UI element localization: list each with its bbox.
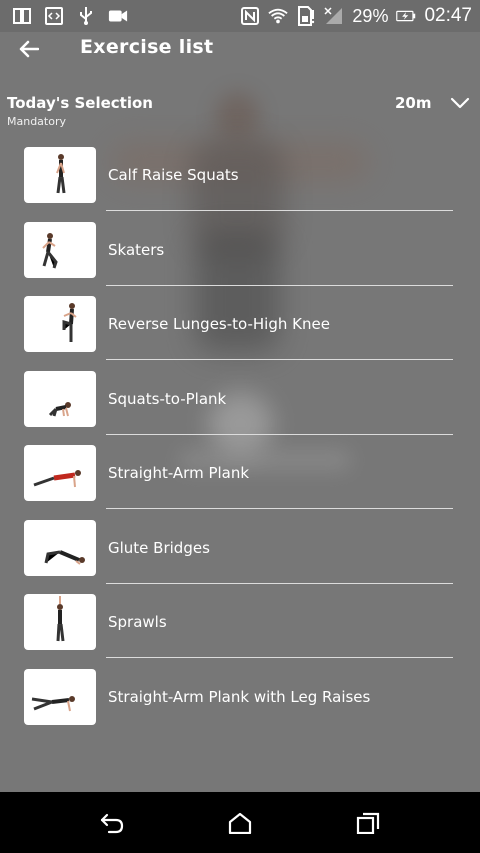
selection-title: Today's Selection xyxy=(7,94,153,112)
status-bar: 29% 02:47 xyxy=(0,0,480,32)
code-icon xyxy=(44,6,64,26)
exercise-item-skaters[interactable]: Skaters xyxy=(0,215,480,290)
nav-home-icon[interactable] xyxy=(224,807,256,839)
wifi-icon xyxy=(268,6,289,26)
divider xyxy=(106,284,453,286)
exercise-name: Straight-Arm Plank xyxy=(108,464,250,482)
exercise-name: Skaters xyxy=(108,240,165,259)
status-time: 02:47 xyxy=(424,5,472,26)
nav-recent-apps-icon[interactable] xyxy=(352,807,384,839)
exercise-name: Squats-to-Plank xyxy=(108,389,227,408)
signal-icon xyxy=(324,6,344,26)
back-arrow-icon[interactable] xyxy=(16,36,42,62)
exercise-thumbnail xyxy=(24,370,96,427)
exercise-name: Straight-Arm Plank with Leg Raises xyxy=(108,687,371,706)
exercise-name: Glute Bridges xyxy=(108,538,210,557)
exercise-list: Calf Raise Squats Skaters Reverse Lunges… xyxy=(0,140,480,736)
exercise-thumbnail xyxy=(24,668,96,725)
page-title: Exercise list xyxy=(80,36,214,58)
divider xyxy=(106,359,453,360)
screen-mirror-icon xyxy=(12,6,32,26)
divider xyxy=(106,210,453,211)
exercise-item-calf-raise-squats[interactable]: Calf Raise Squats xyxy=(0,140,480,215)
selection-subtitle: Mandatory xyxy=(7,115,67,128)
selection-header[interactable]: Today's Selection Mandatory 20m xyxy=(0,92,480,132)
exercise-thumbnail xyxy=(24,519,96,576)
exercise-thumbnail xyxy=(24,147,96,203)
battery-percent: 29% xyxy=(352,5,389,26)
exercise-thumbnail xyxy=(24,296,96,352)
divider xyxy=(106,657,453,658)
divider xyxy=(106,582,453,584)
exercise-item-straight-arm-plank[interactable]: Straight-Arm Plank xyxy=(0,438,480,513)
app-header: Exercise list xyxy=(0,32,480,66)
divider xyxy=(106,433,453,435)
divider xyxy=(106,508,453,509)
usb-icon xyxy=(76,6,96,26)
exercise-item-glute-bridges[interactable]: Glute Bridges xyxy=(0,513,480,588)
exercise-name: Calf Raise Squats xyxy=(108,166,239,184)
exercise-thumbnail xyxy=(24,221,96,278)
exercise-item-plank-leg-raises[interactable]: Straight-Arm Plank with Leg Raises xyxy=(0,662,480,737)
selection-duration: 20m xyxy=(395,94,432,112)
exercise-name: Reverse Lunges-to-High Knee xyxy=(108,315,330,333)
nav-bar xyxy=(0,792,480,853)
battery-charging-icon xyxy=(396,6,416,26)
exercise-list-screen: 29% 02:47 Exercise list Today's Selectio… xyxy=(0,0,480,853)
exercise-item-squats-to-plank[interactable]: Squats-to-Plank xyxy=(0,364,480,439)
exercise-thumbnail xyxy=(24,445,96,501)
nav-back-icon[interactable] xyxy=(96,807,128,839)
exercise-item-reverse-lunges[interactable]: Reverse Lunges-to-High Knee xyxy=(0,289,480,364)
exercise-thumbnail xyxy=(24,594,96,650)
video-icon xyxy=(108,6,128,26)
nfc-icon xyxy=(240,6,260,26)
exercise-name: Sprawls xyxy=(108,613,167,631)
chevron-down-icon[interactable] xyxy=(449,94,471,112)
sd-alert-icon xyxy=(296,6,316,26)
exercise-item-sprawls[interactable]: Sprawls xyxy=(0,587,480,662)
